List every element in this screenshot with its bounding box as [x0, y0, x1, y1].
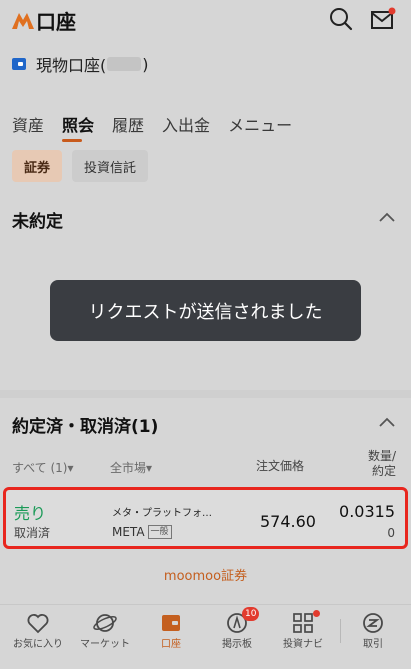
account-selector[interactable]: 現物口座( )	[12, 52, 149, 76]
stock-name: メタ・プラットフォ…	[112, 508, 212, 519]
nav-account[interactable]: 口座	[136, 605, 206, 669]
nav-label: 取引	[363, 639, 383, 650]
nav-favorites[interactable]: お気に入り	[3, 605, 73, 669]
product-filter: 証券 投資信託	[12, 150, 149, 182]
nav-community[interactable]: 10 掲示板	[202, 605, 272, 669]
chip-securities[interactable]: 証券	[12, 150, 63, 182]
moomoo-logo-icon	[12, 13, 34, 29]
account-label-suffix: )	[142, 54, 149, 74]
page-title: 口座	[36, 10, 76, 34]
chevron-up-icon[interactable]	[379, 212, 395, 222]
order-row[interactable]: 売り 取消済 メタ・プラットフォ… META 一般 574.60 0.0315 …	[3, 487, 408, 549]
account-label-prefix: 現物口座(	[36, 56, 107, 75]
filter-all-dropdown[interactable]: すべて (1)▾	[12, 459, 74, 476]
main-tabs: 資産 照会 履歴 入出金 メニュー	[12, 112, 310, 142]
grid-icon	[293, 613, 313, 633]
chip-investment-trust[interactable]: 投資信託	[72, 150, 149, 182]
unsettled-section-title: 未約定	[12, 212, 63, 232]
nav-label: 口座	[161, 639, 181, 650]
nav-label: お気に入り	[13, 639, 63, 650]
nav-label: 掲示板	[222, 639, 252, 650]
column-quantity-line1: 数量/	[367, 449, 396, 463]
chevron-up-icon[interactable]	[379, 417, 395, 427]
tab-history[interactable]: 履歴	[112, 112, 144, 136]
nav-investment-navi[interactable]: 投資ナビ	[268, 605, 338, 669]
order-price: 574.60	[260, 512, 316, 531]
tab-menu[interactable]: メニュー	[228, 112, 292, 136]
toast-message: リクエストが送信されました	[88, 301, 323, 323]
tab-assets[interactable]: 資産	[12, 112, 44, 136]
search-icon[interactable]	[329, 7, 353, 31]
filter-market-dropdown[interactable]: 全市場▾	[110, 459, 152, 476]
brand-footer: moomoo証券	[163, 569, 248, 584]
toast-notification: リクエストが送信されました	[50, 280, 361, 341]
tab-deposit-withdrawal[interactable]: 入出金	[162, 112, 210, 136]
trade-icon	[363, 613, 383, 633]
nav-trade[interactable]: 取引	[338, 605, 408, 669]
order-list-header: すべて (1)▾ 全市場▾ 注文価格 数量/ 約定	[12, 449, 402, 485]
order-status: 取消済	[14, 526, 51, 540]
account-card-icon	[12, 58, 26, 70]
heart-icon	[27, 614, 49, 634]
order-quantity: 0.0315	[339, 502, 395, 521]
column-quantity-line2: 約定	[371, 464, 396, 478]
bottom-nav: お気に入り マーケット 口座 10 掲示板 投資ナビ 取引	[0, 604, 411, 669]
filled-quantity: 0	[387, 526, 395, 540]
planet-icon	[93, 614, 117, 632]
nav-label: マーケット	[80, 639, 130, 650]
nav-label: 投資ナビ	[283, 639, 323, 650]
header: 口座	[0, 0, 411, 40]
section-divider	[0, 390, 411, 398]
column-order-price: 注文価格	[256, 459, 305, 473]
settled-section-title: 約定済・取消済(1)	[12, 417, 159, 437]
nav-market[interactable]: マーケット	[70, 605, 140, 669]
ticker-symbol: META	[112, 525, 145, 539]
new-indicator-dot	[313, 610, 320, 617]
ticker-group: META 一般	[112, 525, 172, 539]
order-side: 売り	[14, 504, 47, 523]
account-number-mask	[107, 57, 142, 71]
tab-inquiry[interactable]: 照会	[62, 112, 94, 142]
column-quantity: 数量/ 約定	[368, 449, 396, 479]
mail-icon[interactable]	[370, 7, 396, 31]
wallet-icon	[162, 615, 180, 631]
account-type-badge: 一般	[147, 525, 172, 539]
notification-badge: 10	[242, 607, 260, 621]
